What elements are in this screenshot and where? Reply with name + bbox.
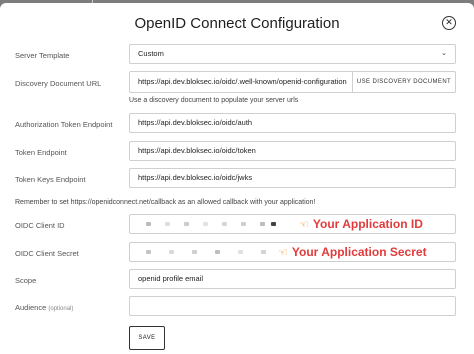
pointing-hand-icon: ☜ <box>278 247 288 259</box>
token-endpoint-label: Token Endpoint <box>15 148 67 157</box>
discovery-hint: Use a discovery document to populate you… <box>129 97 299 104</box>
scope-input[interactable]: openid profile email <box>129 269 456 289</box>
client-id-annotation-text: Your Application ID <box>312 217 423 231</box>
keys-endpoint-label: Token Keys Endpoint <box>15 175 86 184</box>
use-discovery-document-button[interactable]: USE DISCOVERY DOCUMENT <box>352 72 455 92</box>
scope-label: Scope <box>15 276 37 285</box>
save-button[interactable]: SAVE <box>129 326 165 350</box>
auth-endpoint-input[interactable]: https://api.dev.bloksec.io/oidc/auth <box>129 113 456 133</box>
discovery-url-label: Discovery Document URL <box>15 79 102 88</box>
client-secret-label: OIDC Client Secret <box>15 249 79 258</box>
client-secret-annotation: ☜ Your Application Secret <box>278 245 427 259</box>
audience-input[interactable] <box>129 296 456 316</box>
server-template-select[interactable]: Custom ⌄ <box>129 44 456 64</box>
chevron-down-icon: ⌄ <box>441 50 447 57</box>
discovery-url-input[interactable]: https://api.dev.bloksec.io/oidc/.well-kn… <box>130 72 352 92</box>
auth-endpoint-label: Authorization Token Endpoint <box>15 120 113 129</box>
server-template-value: Custom <box>138 49 164 58</box>
keys-endpoint-input[interactable]: https://api.dev.bloksec.io/oidc/jwks <box>129 168 456 188</box>
client-id-label: OIDC Client ID <box>15 221 65 230</box>
token-endpoint-input[interactable]: https://api.dev.bloksec.io/oidc/token <box>129 141 456 161</box>
close-icon[interactable]: ✕ <box>442 16 456 30</box>
modal-title: OpenID Connect Configuration <box>134 15 340 32</box>
client-id-annotation: ☜ Your Application ID <box>299 217 423 231</box>
client-secret-annotation-text: Your Application Secret <box>291 245 427 259</box>
audience-optional-hint: (optional) <box>48 306 74 312</box>
server-template-label: Server Template <box>15 51 70 60</box>
oidc-config-modal: OpenID Connect Configuration ✕ Server Te… <box>0 3 474 354</box>
discovery-url-group: https://api.dev.bloksec.io/oidc/.well-kn… <box>129 71 456 93</box>
callback-reminder: Remember to set https://openidconnect.ne… <box>15 199 316 206</box>
audience-label: Audience (optional) <box>15 303 73 312</box>
pointing-hand-icon: ☜ <box>299 219 309 231</box>
audience-label-text: Audience <box>15 303 47 312</box>
